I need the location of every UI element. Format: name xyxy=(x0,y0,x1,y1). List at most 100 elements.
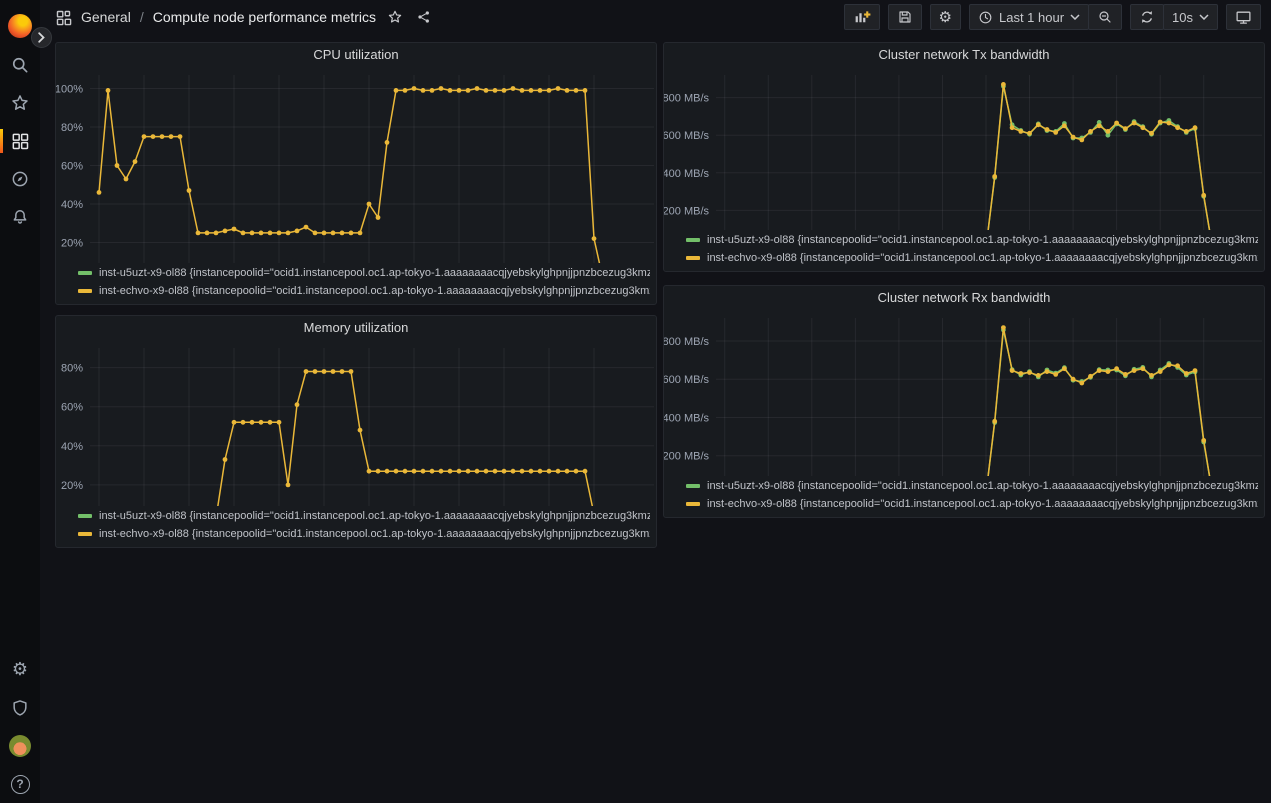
save-dashboard-button[interactable] xyxy=(888,4,922,30)
time-controls: Last 1 hour xyxy=(969,4,1122,30)
panel-title[interactable]: Memory utilization xyxy=(56,316,656,340)
sidebar-item-profile[interactable] xyxy=(0,727,40,765)
panel-title[interactable]: Cluster network Tx bandwidth xyxy=(664,43,1264,67)
legend-label: inst-echvo-x9-ol88 {instancepoolid="ocid… xyxy=(707,498,1258,510)
chart-legend: inst-u5uzt-x9-ol88 {instancepoolid="ocid… xyxy=(664,230,1264,271)
panel-cpu-utilization: CPU utilization 0%20%40%60%80%100%21:052… xyxy=(55,42,657,305)
legend-swatch xyxy=(78,271,92,275)
breadcrumb-folder[interactable]: General xyxy=(81,9,131,25)
sidebar-item-alerting[interactable] xyxy=(0,198,40,236)
chart-canvas[interactable]: 0 B/s200 MB/s400 MB/s600 MB/s800 MB/s21:… xyxy=(664,67,1264,230)
sidebar-expand-button[interactable] xyxy=(31,27,52,48)
svg-text:400 MB/s: 400 MB/s xyxy=(664,168,709,180)
legend-swatch xyxy=(686,502,700,506)
panel-title[interactable]: CPU utilization xyxy=(56,43,656,67)
chart-area[interactable]: 0%20%40%60%80%21:0521:1021:1521:2021:252… xyxy=(56,340,656,506)
add-panel-button[interactable] xyxy=(844,4,880,30)
kiosk-mode-button[interactable] xyxy=(1226,4,1261,30)
time-range-picker[interactable]: Last 1 hour xyxy=(969,4,1089,30)
panel-title[interactable]: Cluster network Rx bandwidth xyxy=(664,286,1264,310)
legend-label: inst-u5uzt-x9-ol88 {instancepoolid="ocid… xyxy=(707,480,1258,492)
legend-swatch xyxy=(686,238,700,242)
gear-icon: ⚙ xyxy=(939,10,952,25)
panel-network-rx-bandwidth: Cluster network Rx bandwidth 0 B/s200 MB… xyxy=(663,285,1265,518)
breadcrumb-separator: / xyxy=(140,9,144,25)
chart-canvas[interactable]: 0%20%40%60%80%100%21:0521:1021:1521:2021… xyxy=(56,67,656,263)
clock-icon xyxy=(978,10,993,25)
panel-network-tx-bandwidth: Cluster network Tx bandwidth 0 B/s200 MB… xyxy=(663,42,1265,272)
legend-swatch xyxy=(78,289,92,293)
sidebar: ⚙ ? xyxy=(0,0,40,803)
chart-legend: inst-u5uzt-x9-ol88 {instancepoolid="ocid… xyxy=(56,263,656,304)
gear-icon: ⚙ xyxy=(12,661,28,679)
chart-legend: inst-u5uzt-x9-ol88 {instancepoolid="ocid… xyxy=(664,476,1264,517)
zoom-out-icon xyxy=(1097,9,1113,25)
refresh-controls: 10s xyxy=(1130,4,1218,30)
chart-area[interactable]: 0%20%40%60%80%100%21:0521:1021:1521:2021… xyxy=(56,67,656,263)
legend-label: inst-u5uzt-x9-ol88 {instancepoolid="ocid… xyxy=(707,234,1258,246)
refresh-button[interactable] xyxy=(1130,4,1164,30)
legend-item[interactable]: inst-echvo-x9-ol88 {instancepoolid="ocid… xyxy=(686,495,1258,513)
sidebar-item-search[interactable] xyxy=(0,46,40,84)
legend-item[interactable]: inst-u5uzt-x9-ol88 {instancepoolid="ocid… xyxy=(686,231,1258,249)
svg-text:20%: 20% xyxy=(61,238,83,250)
topbar: General / Compute node performance metri… xyxy=(40,0,1271,34)
sidebar-item-help[interactable]: ? xyxy=(0,765,40,803)
star-icon xyxy=(387,9,403,25)
page-title: Compute node performance metrics xyxy=(153,9,376,25)
dashboard-settings-button[interactable]: ⚙ xyxy=(930,4,961,30)
search-icon xyxy=(10,55,30,75)
svg-text:40%: 40% xyxy=(61,441,83,453)
sidebar-item-starred[interactable] xyxy=(0,84,40,122)
legend-label: inst-echvo-x9-ol88 {instancepoolid="ocid… xyxy=(99,528,650,540)
panel-memory-utilization: Memory utilization 0%20%40%60%80%21:0521… xyxy=(55,315,657,548)
svg-text:80%: 80% xyxy=(61,122,83,134)
svg-text:100%: 100% xyxy=(56,84,83,96)
monitor-icon xyxy=(1235,9,1252,26)
chart-area[interactable]: 0 B/s200 MB/s400 MB/s600 MB/s800 MB/s21:… xyxy=(664,67,1264,230)
svg-text:600 MB/s: 600 MB/s xyxy=(664,374,709,386)
legend-label: inst-echvo-x9-ol88 {instancepoolid="ocid… xyxy=(707,252,1258,264)
legend-label: inst-u5uzt-x9-ol88 {instancepoolid="ocid… xyxy=(99,267,650,279)
dashboards-icon xyxy=(10,131,30,151)
svg-text:20%: 20% xyxy=(61,480,83,492)
chart-legend: inst-u5uzt-x9-ol88 {instancepoolid="ocid… xyxy=(56,506,656,547)
sidebar-item-configuration[interactable]: ⚙ xyxy=(0,651,40,689)
star-dashboard-button[interactable] xyxy=(385,7,405,27)
legend-item[interactable]: inst-echvo-x9-ol88 {instancepoolid="ocid… xyxy=(78,282,650,300)
legend-item[interactable]: inst-u5uzt-x9-ol88 {instancepoolid="ocid… xyxy=(686,477,1258,495)
legend-label: inst-echvo-x9-ol88 {instancepoolid="ocid… xyxy=(99,285,650,297)
legend-item[interactable]: inst-echvo-x9-ol88 {instancepoolid="ocid… xyxy=(78,525,650,543)
chart-area[interactable]: 0 B/s200 MB/s400 MB/s600 MB/s800 MB/s21:… xyxy=(664,310,1264,476)
legend-item[interactable]: inst-u5uzt-x9-ol88 {instancepoolid="ocid… xyxy=(78,507,650,525)
legend-swatch xyxy=(78,514,92,518)
refresh-interval-picker[interactable]: 10s xyxy=(1163,4,1218,30)
share-dashboard-button[interactable] xyxy=(414,7,434,27)
svg-text:80%: 80% xyxy=(61,363,83,375)
sidebar-item-dashboards[interactable] xyxy=(0,122,40,160)
zoom-out-button[interactable] xyxy=(1088,4,1122,30)
compass-icon xyxy=(10,169,30,189)
chart-canvas[interactable]: 0%20%40%60%80%21:0521:1021:1521:2021:252… xyxy=(56,340,656,506)
legend-item[interactable]: inst-echvo-x9-ol88 {instancepoolid="ocid… xyxy=(686,249,1258,267)
breadcrumb: General / Compute node performance metri… xyxy=(55,7,434,27)
topbar-actions: ⚙ Last 1 hour xyxy=(844,4,1261,30)
shield-icon xyxy=(10,698,30,718)
apps-icon xyxy=(55,9,72,26)
svg-text:400 MB/s: 400 MB/s xyxy=(664,413,709,425)
help-icon: ? xyxy=(11,775,30,794)
grafana-logo-icon xyxy=(8,14,32,38)
svg-text:600 MB/s: 600 MB/s xyxy=(664,130,709,142)
legend-item[interactable]: inst-u5uzt-x9-ol88 {instancepoolid="ocid… xyxy=(78,264,650,282)
chart-canvas[interactable]: 0 B/s200 MB/s400 MB/s600 MB/s800 MB/s21:… xyxy=(664,310,1264,476)
user-avatar xyxy=(9,735,31,757)
svg-text:800 MB/s: 800 MB/s xyxy=(664,93,709,105)
time-range-label: Last 1 hour xyxy=(999,10,1064,25)
save-icon xyxy=(897,9,913,25)
legend-swatch xyxy=(686,256,700,260)
refresh-icon xyxy=(1139,9,1155,25)
sidebar-item-explore[interactable] xyxy=(0,160,40,198)
add-panel-icon xyxy=(853,8,871,26)
sidebar-item-server-admin[interactable] xyxy=(0,689,40,727)
refresh-interval-label: 10s xyxy=(1172,10,1193,25)
